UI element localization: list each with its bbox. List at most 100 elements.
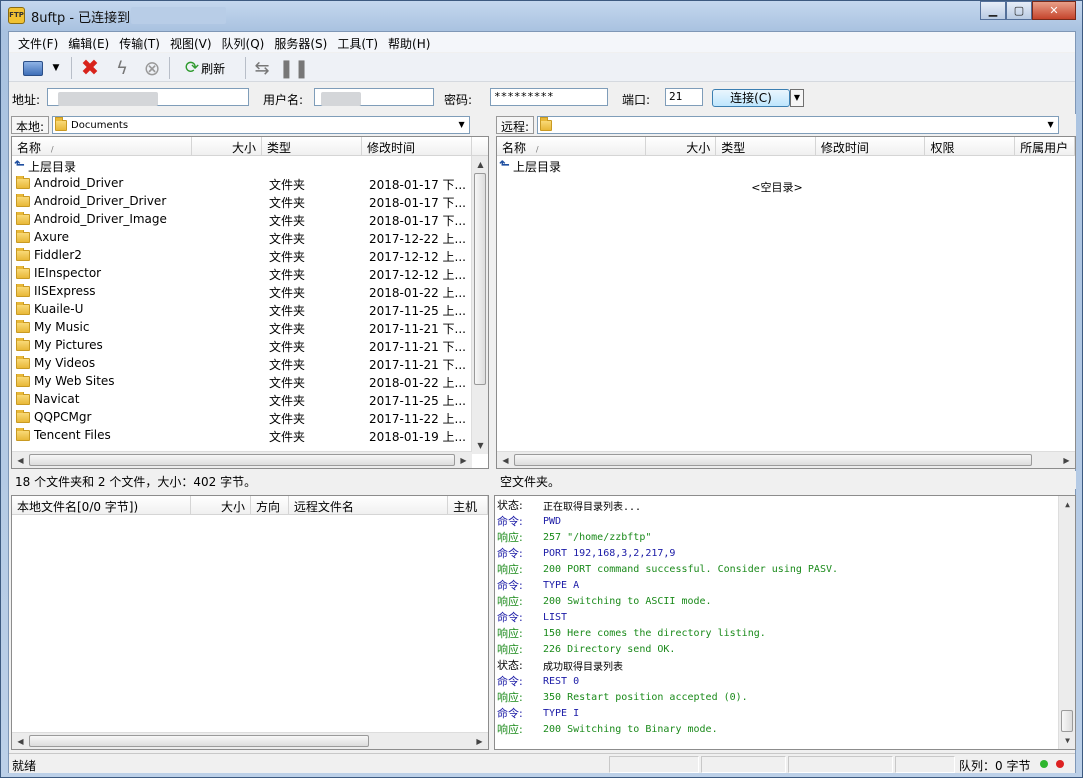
remote-hscrollbar[interactable]: ◀ ▶ [497, 451, 1075, 468]
col-host[interactable]: 主机 [448, 496, 488, 515]
col-local-file[interactable]: 本地文件名[0/0 字节]) [12, 496, 192, 515]
col-size[interactable]: 大小 [646, 137, 717, 156]
minimize-button[interactable]: ▁ [980, 1, 1006, 20]
col-mtime[interactable]: 修改时间 [362, 137, 472, 156]
file-row[interactable]: IEInspector 文件夹 2017-12-12 上... [12, 266, 467, 284]
local-hscrollbar[interactable]: ◀ ▶ [12, 451, 472, 468]
file-row[interactable]: Fiddler2 文件夹 2017-12-12 上... [12, 248, 467, 266]
file-row[interactable]: My Videos 文件夹 2017-11-21 下... [12, 356, 467, 374]
col-type[interactable]: 类型 [262, 137, 362, 156]
menu-item[interactable]: 工具(T) [332, 32, 383, 52]
col-name[interactable]: 名称 / [12, 137, 192, 156]
menu-item[interactable]: 帮助(H) [383, 32, 435, 52]
parent-dir-row[interactable]: ⬑ 上层目录 [497, 158, 561, 176]
file-row[interactable]: My Pictures 文件夹 2017-11-21 下... [12, 338, 467, 356]
local-path-select[interactable]: Documents ▼ [52, 116, 471, 134]
file-row[interactable]: Tencent Files 文件夹 2018-01-19 上... [12, 428, 467, 446]
file-type: 文件夹 [269, 304, 306, 318]
site-manager-dropdown-icon[interactable]: ▼ [49, 56, 63, 80]
log-message: 200 Switching to Binary mode. [543, 723, 718, 735]
host-label: 地址: [12, 93, 41, 107]
host-input[interactable] [47, 88, 249, 106]
chevron-down-icon[interactable]: ▼ [454, 117, 469, 133]
close-button[interactable]: ✕ [1032, 1, 1076, 20]
scroll-up-icon[interactable]: ▲ [1059, 496, 1075, 513]
col-direction[interactable]: 方向 [251, 496, 289, 515]
file-row[interactable]: Android_Driver_Driver 文件夹 2018-01-17 下... [12, 194, 467, 212]
scroll-down-icon[interactable]: ▼ [472, 437, 488, 454]
scroll-thumb[interactable] [29, 454, 455, 466]
user-input[interactable] [314, 88, 434, 106]
password-input[interactable]: ********* [490, 88, 608, 106]
site-manager-icon[interactable] [19, 56, 47, 80]
scroll-thumb[interactable] [514, 454, 1032, 466]
scroll-thumb[interactable] [1061, 710, 1073, 732]
scroll-right-icon[interactable]: ▶ [1058, 452, 1075, 468]
col-type[interactable]: 类型 [716, 137, 816, 156]
disconnect-icon[interactable]: ✖ [77, 56, 103, 81]
file-name: Fiddler2 [34, 248, 82, 262]
file-mtime: 2018-01-22 上... [369, 376, 466, 390]
menu-item[interactable]: 队列(Q) [217, 32, 270, 52]
col-owner[interactable]: 所属用户 [1015, 137, 1075, 156]
file-row[interactable]: Android_Driver_Image 文件夹 2018-01-17 下... [12, 212, 467, 230]
cancel-icon[interactable]: ⊗ [139, 56, 165, 80]
scroll-left-icon[interactable]: ◀ [497, 452, 514, 468]
local-list-header: 名称 / 大小 类型 修改时间 [12, 137, 488, 156]
scroll-thumb[interactable] [29, 735, 369, 747]
file-row[interactable]: My Web Sites 文件夹 2018-01-22 上... [12, 374, 467, 392]
file-type: 文件夹 [269, 250, 306, 264]
col-mtime[interactable]: 修改时间 [816, 137, 926, 156]
file-mtime: 2017-11-25 上... [369, 304, 466, 318]
maximize-button[interactable]: ▢ [1006, 1, 1032, 20]
connect-dropdown-icon[interactable]: ▼ [790, 89, 804, 107]
col-size[interactable]: 大小 [192, 137, 262, 156]
col-size[interactable]: 大小 [191, 496, 251, 515]
log-kind: 命令: [497, 675, 523, 688]
menu-item[interactable]: 文件(F) [13, 32, 63, 52]
scroll-left-icon[interactable]: ◀ [12, 452, 29, 468]
file-row[interactable]: Axure 文件夹 2017-12-22 上... [12, 230, 467, 248]
scroll-down-icon[interactable]: ▼ [1059, 732, 1075, 749]
refresh-button[interactable]: ⟳ 刷新 [175, 56, 235, 80]
file-mtime: 2017-11-22 上... [369, 412, 466, 426]
menu-item[interactable]: 传输(T) [114, 32, 165, 52]
queue-hscrollbar[interactable]: ◀ ▶ [12, 732, 488, 749]
log-kind: 响应: [497, 627, 523, 640]
local-vscrollbar[interactable]: ▲ ▼ [471, 156, 488, 454]
file-row[interactable]: QQPCMgr 文件夹 2017-11-22 上... [12, 410, 467, 428]
file-type: 文件夹 [269, 268, 306, 282]
folder-icon [16, 338, 30, 351]
scroll-right-icon[interactable]: ▶ [471, 733, 488, 749]
scroll-right-icon[interactable]: ▶ [455, 452, 472, 468]
port-input[interactable]: 21 [665, 88, 703, 106]
col-perm[interactable]: 权限 [925, 137, 1016, 156]
file-row[interactable]: My Music 文件夹 2017-11-21 下... [12, 320, 467, 338]
reconnect-icon[interactable]: ϟ [109, 56, 135, 80]
pause-icon[interactable]: ❚❚ [279, 56, 309, 80]
col-name[interactable]: 名称 / [497, 137, 647, 156]
chevron-down-icon[interactable]: ▼ [1043, 117, 1058, 133]
file-row[interactable]: IISExpress 文件夹 2018-01-22 上... [12, 284, 467, 302]
file-row[interactable]: Kuaile-U 文件夹 2017-11-25 上... [12, 302, 467, 320]
log-message: 200 PORT command successful. Consider us… [543, 563, 839, 575]
file-row[interactable]: Android_Driver 文件夹 2018-01-17 下... [12, 176, 467, 194]
menu-item[interactable]: 视图(V) [165, 32, 217, 52]
scroll-up-icon[interactable]: ▲ [472, 156, 488, 173]
transfer-icon[interactable]: ⇆ [249, 56, 275, 80]
title-bar[interactable]: FTP 8uftp - 已连接到 ▁ ▢ ✕ [1, 1, 1082, 31]
log-vscrollbar[interactable]: ▲ ▼ [1058, 496, 1075, 749]
col-remote-file[interactable]: 远程文件名 [289, 496, 449, 515]
parent-dir-row[interactable]: ⬑ 上层目录 [12, 158, 76, 176]
file-row[interactable]: Navicat 文件夹 2017-11-25 上... [12, 392, 467, 410]
file-type: 文件夹 [269, 178, 306, 192]
log-entry: 响应: 200 PORT command successful. Consider… [495, 561, 838, 577]
menu-item[interactable]: 服务器(S) [269, 32, 332, 52]
file-name: My Pictures [34, 338, 103, 352]
menu-item[interactable]: 编辑(E) [63, 32, 114, 52]
connect-button[interactable]: 连接(C) [712, 89, 790, 107]
scroll-left-icon[interactable]: ◀ [12, 733, 29, 749]
file-mtime: 2018-01-19 上... [369, 430, 466, 444]
remote-path-select[interactable]: ▼ [537, 116, 1060, 134]
scroll-thumb[interactable] [474, 173, 486, 385]
